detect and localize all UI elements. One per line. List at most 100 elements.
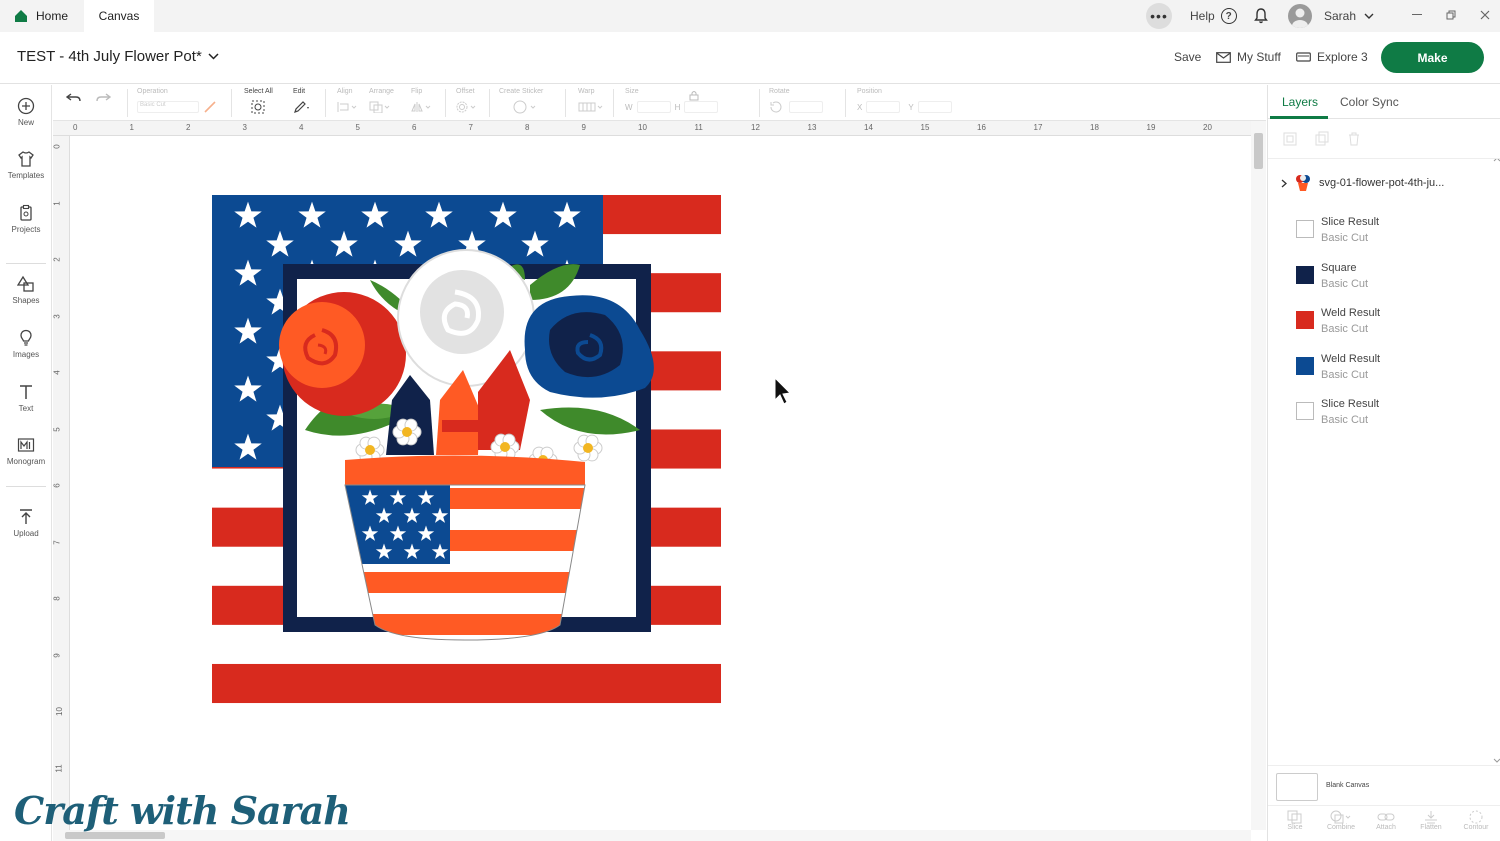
lock-icon[interactable] <box>689 90 699 101</box>
sidebar-label-upload: Upload <box>13 529 39 538</box>
scrollbar-thumb[interactable] <box>65 832 165 839</box>
align-menu[interactable]: Align <box>337 88 357 116</box>
duplicate-icon[interactable] <box>1314 131 1330 147</box>
ruler-tick-label: 18 <box>1090 123 1099 132</box>
tab-layers[interactable]: Layers <box>1282 95 1318 109</box>
make-button[interactable]: Make <box>1381 42 1484 73</box>
tab-color-sync[interactable]: Color Sync <box>1340 95 1399 109</box>
save-button[interactable]: Save <box>1174 50 1201 64</box>
ruler-tick-label: 1 <box>129 123 134 132</box>
watermark: Craft with Sarah <box>14 788 351 833</box>
sidebar-item-new[interactable]: New <box>0 97 52 127</box>
scrollbar-thumb[interactable] <box>1254 133 1263 169</box>
width-input[interactable] <box>636 101 671 113</box>
contour-button[interactable]: Contour <box>1454 810 1498 831</box>
sidebar-item-upload[interactable]: Upload <box>0 508 52 538</box>
operation-label: Operation <box>137 88 168 95</box>
y-input[interactable] <box>917 101 952 113</box>
tab-canvas-label: Canvas <box>98 9 140 23</box>
help-button[interactable]: Help ? <box>1190 0 1237 32</box>
redo-button[interactable] <box>95 88 112 106</box>
canvas-vertical-scrollbar[interactable] <box>1251 121 1266 830</box>
layer-color-swatch[interactable] <box>1296 311 1314 329</box>
contour-icon <box>1469 810 1483 824</box>
layer-color-swatch[interactable] <box>1296 356 1314 375</box>
layer-item[interactable]: Weld Result Basic Cut <box>1268 302 1500 342</box>
layer-color-swatch[interactable] <box>1296 220 1314 238</box>
sidebar-item-monogram[interactable]: Monogram <box>0 436 52 466</box>
trash-icon[interactable] <box>1346 131 1362 147</box>
layer-item[interactable]: Square Basic Cut <box>1268 257 1500 297</box>
undo-button[interactable] <box>65 88 82 106</box>
layer-group[interactable]: svg-01-flower-pot-4th-ju... <box>1268 172 1500 194</box>
layer-item[interactable]: Weld Result Basic Cut <box>1268 348 1500 388</box>
height-input[interactable] <box>684 101 719 113</box>
restore-button[interactable] <box>1436 0 1466 30</box>
chevron-right-icon <box>1281 179 1287 187</box>
warp-button[interactable]: Warp <box>578 88 604 116</box>
blank-canvas-swatch[interactable] <box>1276 773 1318 801</box>
machine-selector[interactable]: Explore 3 <box>1296 50 1368 64</box>
layer-color-swatch[interactable] <box>1296 402 1314 420</box>
x-input[interactable] <box>866 101 901 113</box>
y-label: Y <box>908 102 914 112</box>
ruler-tick-label: 10 <box>54 707 64 716</box>
flip-label: Flip <box>411 88 423 95</box>
create-sticker-button[interactable]: Create Sticker <box>499 88 543 116</box>
ruler-tick-label: 0 <box>52 144 62 149</box>
blank-canvas-selector[interactable]: Blank Canvas <box>1268 765 1500 805</box>
layer-name: Weld Result <box>1321 307 1381 319</box>
operation-select[interactable]: Operation Basic Cut <box>137 88 217 116</box>
layer-color-swatch[interactable] <box>1296 265 1314 284</box>
sidebar-item-projects[interactable]: Projects <box>0 204 52 234</box>
sidebar-divider <box>6 263 46 264</box>
tab-canvas[interactable]: Canvas <box>84 0 154 32</box>
flatten-button[interactable]: Flatten <box>1409 810 1453 831</box>
edit-button[interactable]: Edit <box>293 88 311 116</box>
close-icon <box>1480 10 1490 20</box>
select-all-label: Select All <box>244 88 273 95</box>
project-title-dropdown[interactable]: TEST - 4th July Flower Pot* <box>17 48 219 65</box>
layer-operation: Basic Cut <box>1321 232 1369 244</box>
rotate-input[interactable] <box>789 101 823 113</box>
layer-item[interactable]: Slice Result Basic Cut <box>1268 211 1500 251</box>
more-options-button[interactable]: ••• <box>1146 3 1172 29</box>
sidebar-item-shapes[interactable]: Shapes <box>0 275 52 305</box>
x-label: X <box>857 102 863 112</box>
tab-home[interactable]: Home <box>10 0 68 32</box>
monogram-icon <box>17 438 35 452</box>
layer-actions <box>1268 119 1500 159</box>
flip-menu[interactable]: Flip <box>411 88 433 116</box>
arrange-menu[interactable]: Arrange <box>369 88 394 116</box>
toolbar-divider <box>489 89 490 117</box>
layer-operation: Basic Cut <box>1321 368 1369 381</box>
close-window-button[interactable] <box>1470 0 1500 30</box>
select-all-button[interactable]: Select All <box>244 88 273 116</box>
sticker-icon <box>513 100 536 114</box>
my-stuff-button[interactable]: My Stuff <box>1216 50 1281 64</box>
design-canvas[interactable] <box>71 137 1251 830</box>
notifications-button[interactable] <box>1254 0 1268 32</box>
combine-button[interactable]: Combine <box>1319 810 1363 831</box>
minimize-button[interactable] <box>1402 0 1432 30</box>
group-icon[interactable] <box>1282 131 1298 147</box>
ruler-tick-label: 6 <box>52 483 62 488</box>
mail-icon <box>1216 51 1231 63</box>
arrange-label: Arrange <box>369 88 394 95</box>
layer-item[interactable]: Slice Result Basic Cut <box>1268 393 1500 433</box>
contour-label: Contour <box>1463 824 1489 831</box>
sidebar-item-templates[interactable]: Templates <box>0 150 52 180</box>
offset-icon <box>456 101 476 113</box>
offset-button[interactable]: Offset <box>456 88 478 116</box>
attach-button[interactable]: Attach <box>1364 810 1408 831</box>
make-label: Make <box>1417 50 1448 65</box>
sidebar-label-monogram: Monogram <box>6 457 46 466</box>
chevron-down-icon <box>1364 13 1374 19</box>
combine-label: Combine <box>1326 824 1355 831</box>
slice-button[interactable]: Slice <box>1273 810 1317 831</box>
flower-pot[interactable] <box>340 455 590 650</box>
ruler-tick-label: 6 <box>412 123 417 132</box>
sidebar-item-images[interactable]: Images <box>0 329 52 359</box>
user-menu[interactable]: Sarah <box>1288 0 1374 32</box>
sidebar-item-text[interactable]: Text <box>0 383 52 413</box>
